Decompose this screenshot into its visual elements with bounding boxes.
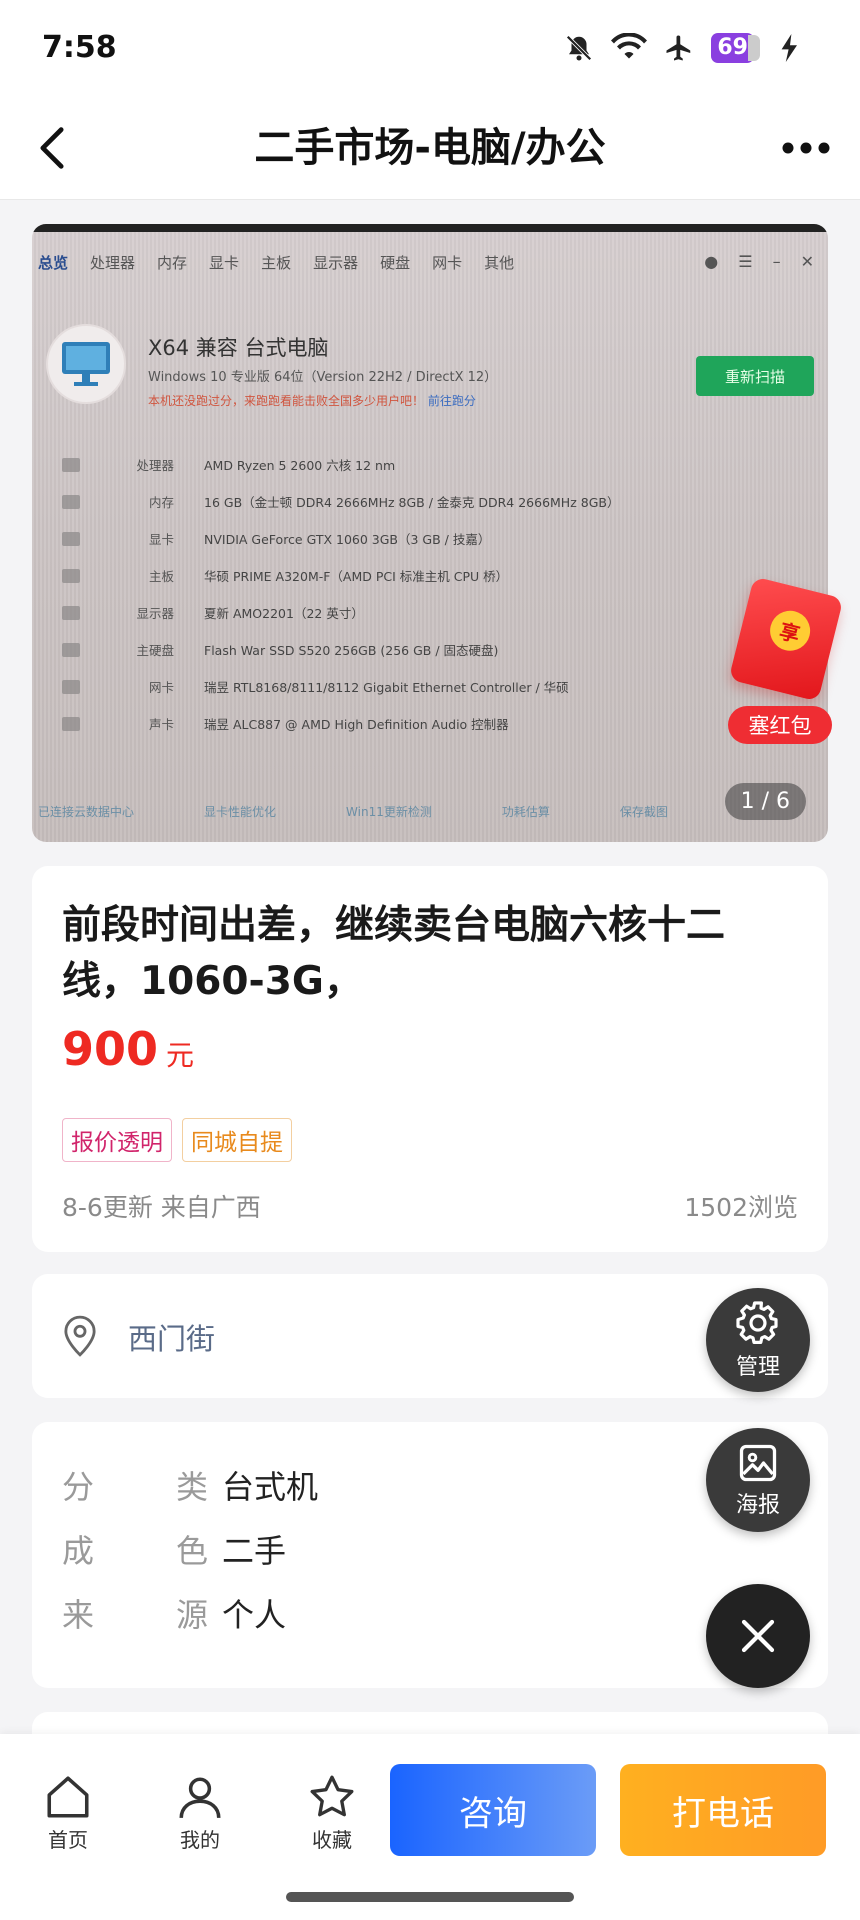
listing-info-card: 前段时间出差，继续卖台电脑六核十二线，1060-3G， 900 元 报价透明 同城… — [32, 866, 828, 1252]
photo-tab: 显示器 — [313, 254, 359, 272]
speaker-icon — [62, 716, 80, 731]
attribute-key: 来源 — [62, 1596, 208, 1634]
attribute-row: 来源 个人 — [62, 1590, 286, 1636]
close-icon — [741, 1619, 775, 1653]
spec-row: 内存 16 GB（金士顿 DDR4 2666MHz 8GB / 金泰克 DDR4 … — [62, 483, 802, 520]
photo-heading: X64 兼容 台式电脑 — [148, 336, 329, 360]
spec-row: 声卡 瑞昱 ALC887 @ AMD High Definition Audio … — [62, 705, 802, 742]
photo-tab: 显卡 — [209, 254, 240, 272]
listing-updated: 8-6更新 来自广西 — [62, 1193, 261, 1222]
image-icon — [739, 1444, 777, 1482]
display-icon — [62, 605, 80, 620]
charging-icon — [772, 30, 808, 66]
attribute-row: 分类 台式机 — [62, 1462, 318, 1508]
photo-tab: 其他 — [484, 254, 515, 272]
photo-footer: 已连接云数据中心 显卡性能优化 Win11更新检测 功耗估算 保存截图 — [38, 805, 668, 819]
page-title: 二手市场-电脑/办公 — [254, 125, 606, 171]
nav-favorite-label: 收藏 — [312, 1828, 352, 1852]
status-time: 7:58 — [42, 30, 117, 65]
nav-home-label: 首页 — [48, 1828, 88, 1852]
monitor-icon — [46, 324, 126, 404]
location-pin-icon — [64, 1315, 96, 1357]
attribute-value: 台式机 — [222, 1468, 319, 1506]
wifi-icon — [611, 30, 648, 66]
nav-mine[interactable]: 我的 — [150, 1772, 250, 1853]
user-icon: ● — [704, 252, 719, 271]
listing-tags: 报价透明 同城自提 — [62, 1118, 292, 1162]
disk-icon — [62, 642, 80, 657]
consult-button[interactable]: 咨询 — [390, 1764, 596, 1856]
bell-off-icon — [561, 30, 597, 66]
tag-local-pickup: 同城自提 — [182, 1118, 292, 1162]
price-unit: 元 — [166, 1039, 195, 1072]
cpu-icon — [62, 457, 80, 472]
spec-row: 主板 华硕 PRIME A320M-F（AMD PCI 标准主机 CPU 桥） — [62, 557, 802, 594]
location-text: 西门街 — [128, 1322, 216, 1356]
product-photo-carousel[interactable]: 总览 处理器 内存 显卡 主板 显示器 硬盘 网卡 其他 ● ☰ – ✕ X64… — [32, 224, 828, 842]
photo-nav-tabs: 总览 处理器 内存 显卡 主板 显示器 硬盘 网卡 其他 — [38, 252, 514, 273]
minimize-icon: – — [772, 252, 781, 271]
more-options-button[interactable] — [776, 118, 836, 178]
listing-views: 1502浏览 — [684, 1193, 798, 1222]
photo-tab: 网卡 — [432, 254, 463, 272]
bottom-action-bar: 首页 我的 收藏 咨询 打电话 — [0, 1734, 860, 1920]
network-icon — [62, 679, 80, 694]
star-icon — [310, 1775, 354, 1817]
nav-mine-label: 我的 — [180, 1828, 220, 1852]
user-icon — [179, 1777, 221, 1818]
price-value: 900 — [62, 1022, 159, 1076]
photo-rescan-button: 重新扫描 — [696, 356, 814, 396]
status-icons: 69 — [561, 30, 808, 66]
poster-label: 海报 — [735, 1493, 780, 1518]
gpu-icon — [62, 531, 80, 546]
photo-os: Windows 10 专业版 64位（Version 22H2 / Direct… — [148, 370, 498, 385]
menu-icon: ☰ — [738, 252, 753, 271]
spec-row: 显示器 夏新 AMO2201（22 英寸） — [62, 594, 802, 631]
battery-indicator: 69 — [711, 33, 760, 63]
more-dots-icon — [782, 142, 830, 154]
attribute-key: 分类 — [62, 1468, 208, 1506]
spec-row: 显卡 NVIDIA GeForce GTX 1060 3GB（3 GB / 技嘉） — [62, 520, 802, 557]
nav-home[interactable]: 首页 — [18, 1772, 118, 1853]
status-bar: 7:58 69 — [0, 0, 860, 96]
photo-window-controls: ● ☰ – ✕ — [704, 252, 814, 271]
envelope-seal: 享 — [765, 606, 815, 655]
manage-label: 管理 — [735, 1355, 780, 1380]
attribute-value: 个人 — [222, 1596, 287, 1634]
gear-icon — [736, 1301, 778, 1344]
attribute-key: 成色 — [62, 1532, 208, 1570]
call-button[interactable]: 打电话 — [620, 1764, 826, 1856]
home-indicator — [286, 1892, 574, 1902]
poster-button[interactable]: 海报 — [706, 1428, 810, 1532]
listing-price: 900 元 — [62, 1022, 194, 1076]
attribute-value: 二手 — [222, 1532, 287, 1570]
airplane-icon — [661, 30, 697, 66]
photo-tab: 总览 — [38, 254, 69, 272]
photo-tab: 硬盘 — [380, 254, 411, 272]
manage-button[interactable]: 管理 — [706, 1288, 810, 1392]
red-envelope-button[interactable]: 塞红包 — [728, 706, 832, 744]
home-icon — [47, 1776, 89, 1818]
app-header: 二手市场-电脑/办公 — [0, 96, 860, 200]
close-icon: ✕ — [800, 252, 814, 271]
memory-icon — [62, 494, 80, 509]
spec-row: 主硬盘 Flash War SSD S520 256GB (256 GB / 固态… — [62, 631, 802, 668]
photo-spec-list: 处理器 AMD Ryzen 5 2600 六核 12 nm 内存 16 GB（金士顿… — [62, 446, 802, 742]
photo-tab: 处理器 — [90, 254, 136, 272]
spec-row: 处理器 AMD Ryzen 5 2600 六核 12 nm — [62, 446, 802, 483]
photo-tab: 内存 — [157, 254, 188, 272]
close-fab-button[interactable] — [706, 1584, 810, 1688]
tag-transparent-price: 报价透明 — [62, 1118, 172, 1162]
photo-counter: 1 / 6 — [724, 783, 806, 820]
spec-row: 网卡 瑞昱 RTL8168/8111/8112 Gigabit Ethernet … — [62, 668, 802, 705]
attribute-row: 成色 二手 — [62, 1526, 286, 1572]
motherboard-icon — [62, 568, 80, 583]
nav-favorite[interactable]: 收藏 — [282, 1772, 382, 1853]
photo-notice: 本机还没跑过分，来跑跑看能击败全国多少用户吧！ 前往跑分 — [148, 394, 476, 408]
listing-title: 前段时间出差，继续卖台电脑六核十二线，1060-3G， — [62, 903, 726, 1004]
photo-tab: 主板 — [261, 254, 292, 272]
